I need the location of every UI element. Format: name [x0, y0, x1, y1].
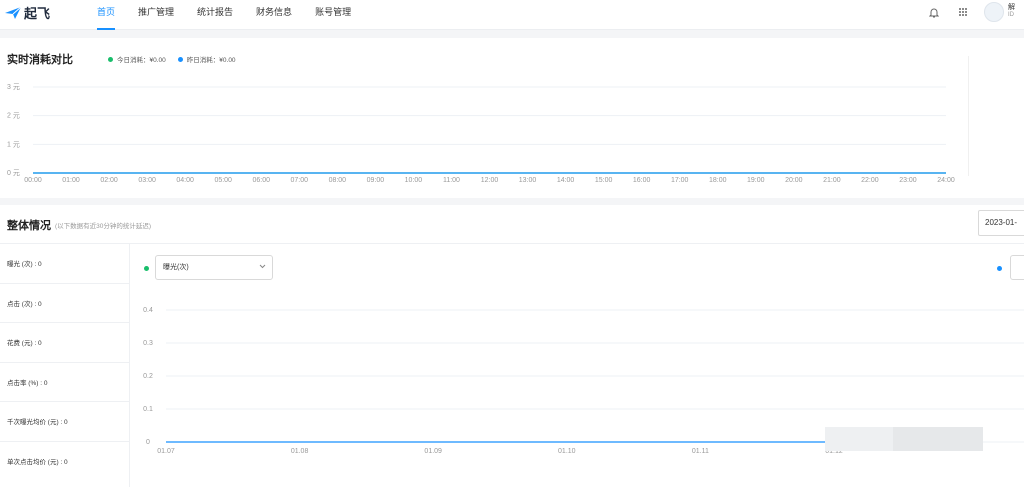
overview-card: 整体情况 (以下数据有近30分钟的统计延迟) 2023-01- 曝光 (次) :…	[0, 205, 1024, 487]
x-tick-label: 01.10	[558, 448, 576, 455]
y-tick-label: 2 元	[7, 112, 20, 120]
paper-plane-icon	[5, 6, 22, 19]
x-tick-label: 02:00	[100, 177, 118, 184]
y-tick-label: 0 元	[7, 169, 20, 177]
x-tick-label: 17:00	[671, 177, 689, 184]
realtime-chart: 0 元 1 元 2 元 3 元 00:00 01:00 02:00 03:00 04:00 05:…	[7, 83, 955, 184]
x-tick-label: 10:00	[405, 177, 423, 184]
x-tick-label: 01.09	[424, 448, 442, 455]
x-tick-label: 00:00	[24, 177, 42, 184]
x-tick-label: 19:00	[747, 177, 765, 184]
y-tick-label: 3 元	[7, 83, 20, 91]
x-tick-label: 11:00	[443, 177, 460, 184]
user-id: ID	[1008, 12, 1014, 18]
nav-home[interactable]: 首页	[97, 0, 116, 30]
x-tick-label: 20:00	[785, 177, 803, 184]
top-bar: 起飞 首页 推广管理 统计报告 财务信息 账号管理 解 ID	[0, 0, 1024, 30]
nav-account[interactable]: 账号管理	[315, 0, 351, 30]
divider	[968, 56, 969, 176]
x-tick-label: 12:00	[481, 177, 499, 184]
x-tick-label: 14:00	[557, 177, 575, 184]
y-tick-label: 0.1	[143, 406, 153, 413]
x-tick-label: 07:00	[291, 177, 309, 184]
y-tick-label: 0	[146, 439, 150, 446]
x-tick-label: 04:00	[176, 177, 194, 184]
apps-grid-icon[interactable]	[958, 7, 968, 17]
bell-icon[interactable]	[929, 7, 939, 18]
x-tick-label: 06:00	[252, 177, 270, 184]
x-tick-label: 09:00	[367, 177, 385, 184]
blurred-region	[825, 427, 895, 451]
x-tick-label: 01.08	[291, 448, 309, 455]
x-tick-label: 08:00	[329, 177, 347, 184]
realtime-card: 实时消耗对比 今日消耗：¥0.00 昨日消耗：¥0.00 0 元1 元2 元3 …	[0, 38, 1024, 198]
main-nav: 首页 推广管理 统计报告 财务信息 账号管理	[97, 0, 374, 30]
user-name[interactable]: 解	[1008, 2, 1015, 12]
x-tick-label: 03:00	[138, 177, 156, 184]
y-tick-label: 0.2	[143, 373, 153, 380]
x-tick-label: 21:00	[823, 177, 841, 184]
x-tick-label: 24:00	[937, 177, 955, 184]
x-tick-label: 05:00	[214, 177, 232, 184]
x-tick-label: 16:00	[633, 177, 651, 184]
x-tick-label: 23:00	[899, 177, 917, 184]
y-tick-label: 0.3	[143, 340, 153, 347]
x-tick-label: 01:00	[62, 177, 80, 184]
avatar[interactable]	[984, 2, 1004, 22]
nav-promotion[interactable]: 推广管理	[138, 0, 174, 30]
y-tick-label: 1 元	[7, 140, 20, 148]
y-tick-label: 0.4	[143, 307, 153, 314]
x-tick-label: 18:00	[709, 177, 727, 184]
logo[interactable]: 起飞	[4, 3, 50, 22]
nav-finance[interactable]: 财务信息	[256, 0, 292, 30]
blurred-region	[893, 427, 983, 451]
logo-text: 起飞	[24, 7, 51, 22]
x-tick-label: 01.11	[692, 448, 709, 455]
x-tick-label: 22:00	[861, 177, 879, 184]
x-tick-label: 01.07	[157, 448, 175, 455]
nav-reports[interactable]: 统计报告	[197, 0, 233, 30]
x-tick-label: 13:00	[519, 177, 537, 184]
x-tick-label: 15:00	[595, 177, 613, 184]
